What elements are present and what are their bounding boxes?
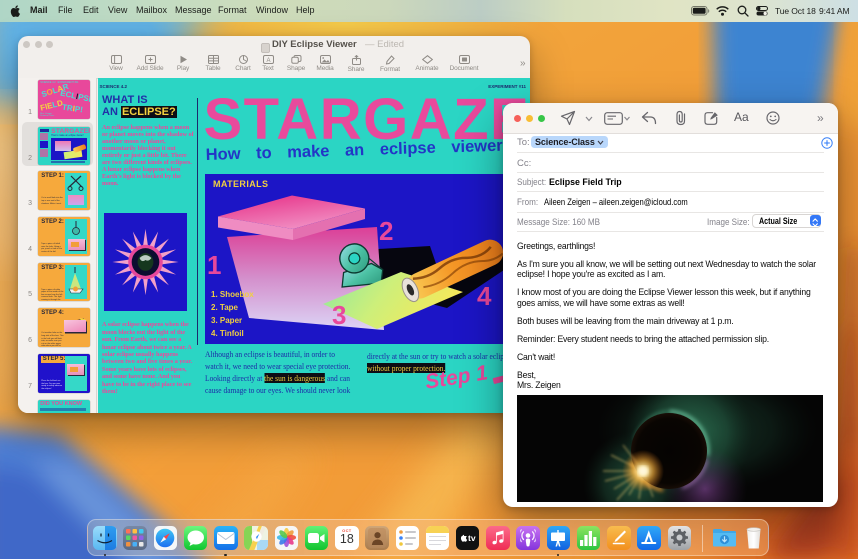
svg-text:1: 1: [207, 250, 221, 280]
svg-text:4: 4: [477, 281, 492, 311]
svg-text:2: 2: [379, 216, 393, 246]
svg-text:tv: tv: [468, 533, 476, 543]
svg-text:3: 3: [332, 300, 346, 330]
svg-text:A: A: [266, 58, 270, 64]
